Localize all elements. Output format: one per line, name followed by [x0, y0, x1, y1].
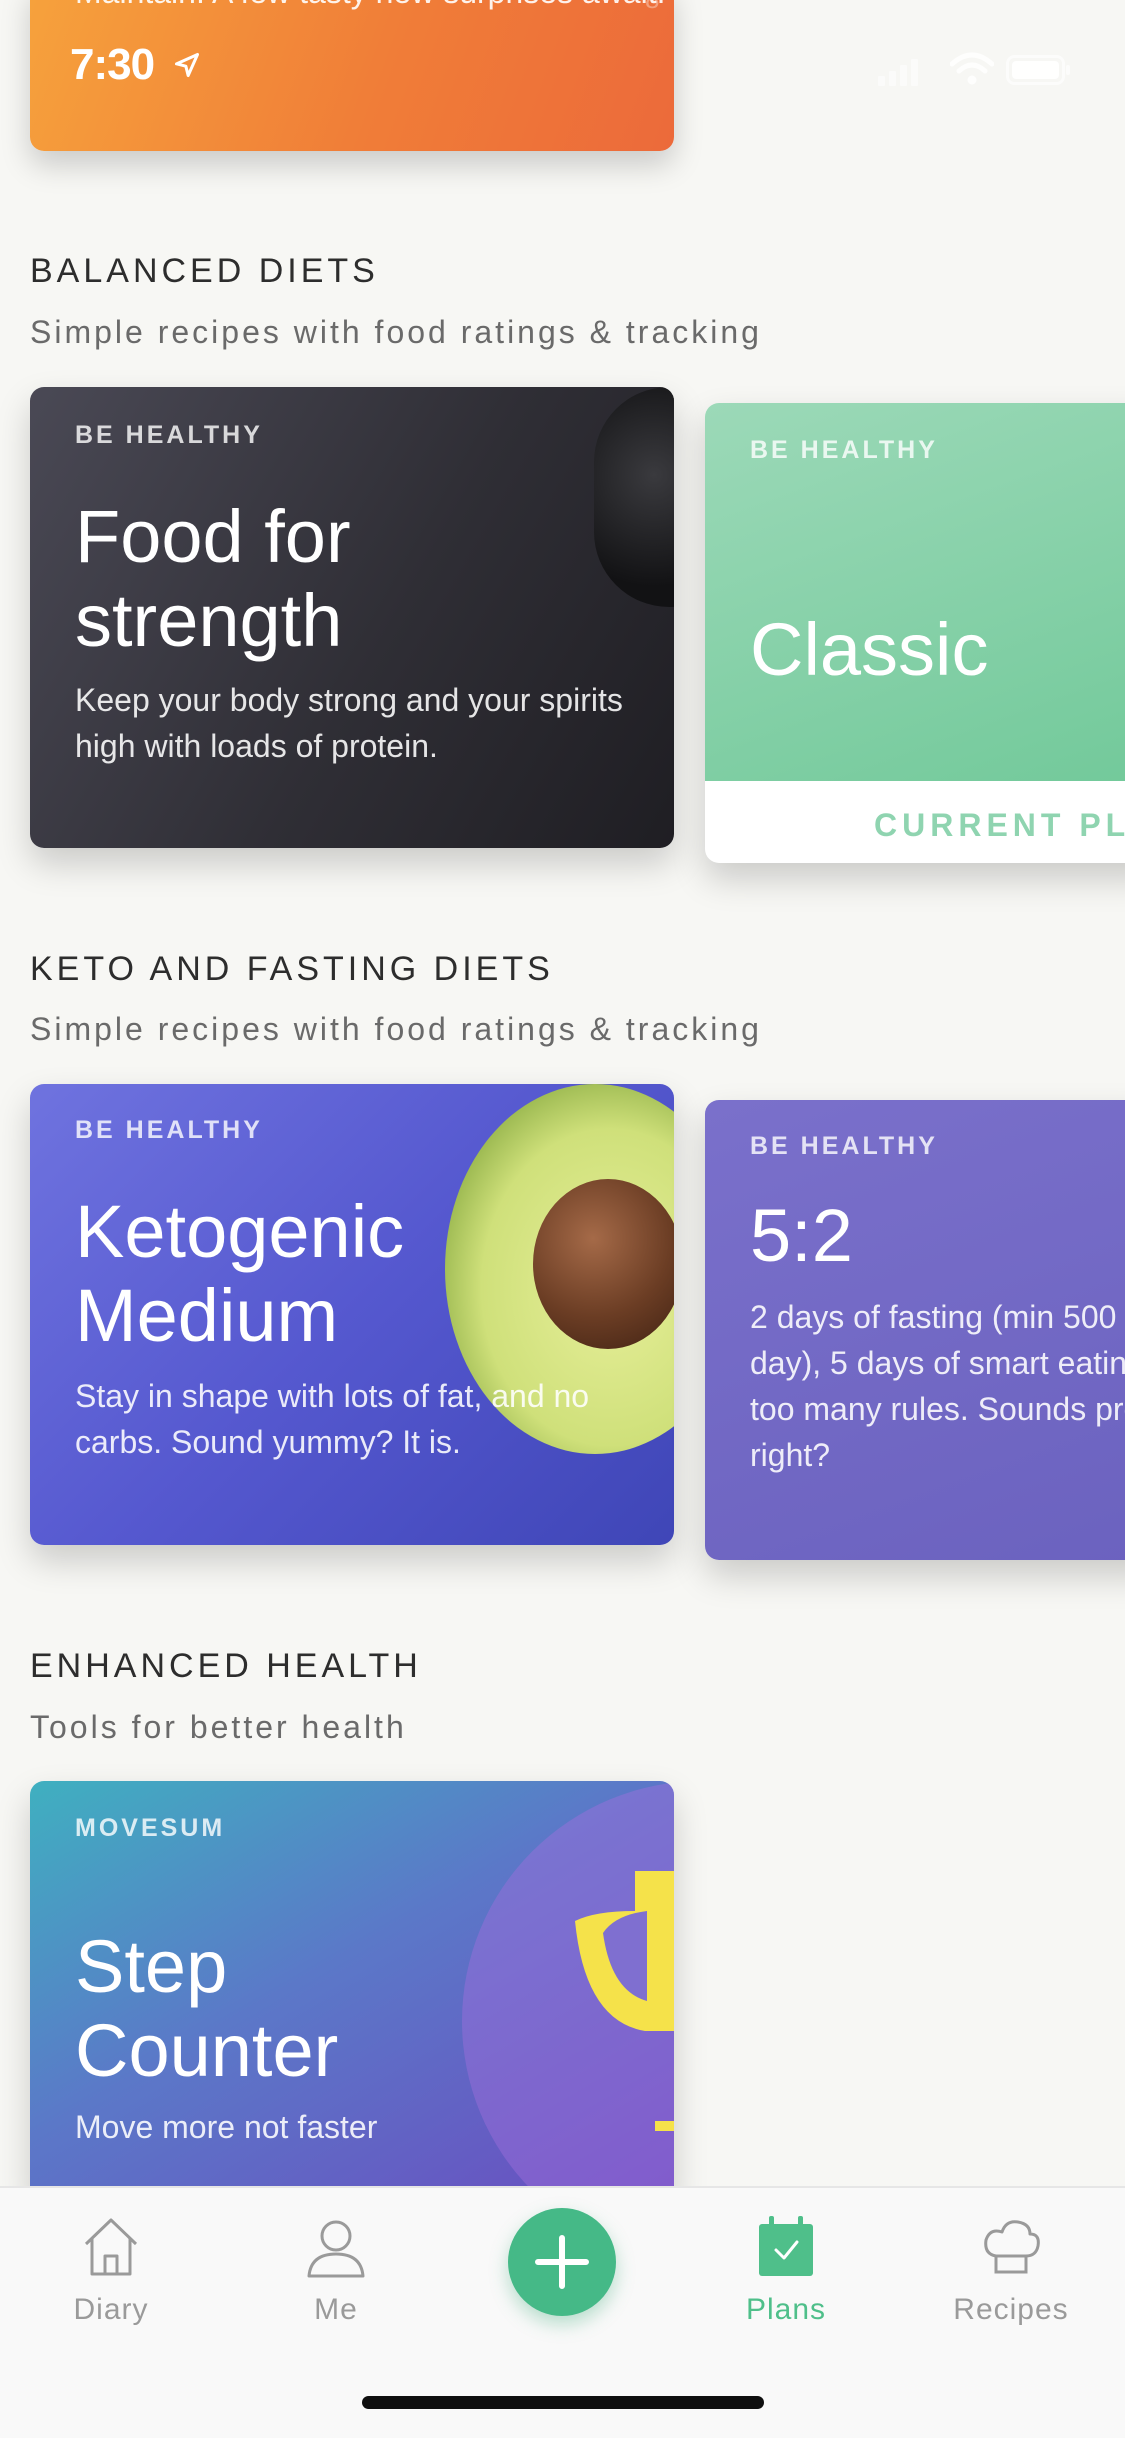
card-title: Step Counter: [75, 1925, 339, 2092]
current-plan-label: CURRENT PLAN: [874, 807, 1125, 843]
tab-label: Recipes: [953, 2293, 1069, 2326]
plan-card-5-2[interactable]: BE HEALTHY 5:2 2 days of fasting (min 50…: [705, 1100, 1125, 1560]
card-title: Ketogenic Medium: [75, 1190, 405, 1357]
tab-plans[interactable]: Plans: [696, 2214, 876, 2327]
section-subtitle-keto-fasting: Simple recipes with food ratings & track…: [30, 1011, 762, 1047]
card-kicker: BE HEALTHY: [75, 1116, 263, 1144]
section-subtitle-balanced-diets: Simple recipes with food ratings & track…: [30, 314, 762, 350]
card-title: 5:2: [750, 1194, 853, 1277]
section-title-keto-fasting: KETO AND FASTING DIETS: [30, 950, 554, 988]
card-kicker: BE HEALTHY: [750, 436, 938, 464]
tab-label: Diary: [73, 2293, 149, 2326]
tab-label: Plans: [745, 2293, 827, 2326]
status-time-text: 7:30: [70, 40, 155, 89]
kettlebell-image: [594, 387, 674, 607]
section-title-enhanced-health: ENHANCED HEALTH: [30, 1647, 422, 1685]
wifi-icon: [950, 52, 994, 85]
calendar-check-icon: [759, 2216, 813, 2276]
card-description: 2 days of fasting (min 500 kcal per day)…: [750, 1299, 1125, 1473]
maintain-card-text: Maintain. A few tasty new surprises awai…: [75, 0, 665, 10]
signal-icon: [878, 59, 918, 86]
card-kicker: MOVESUM: [75, 1814, 226, 1842]
chef-hat-icon: [984, 2220, 1040, 2274]
section-subtitle-enhanced-health: Tools for better health: [30, 1709, 407, 1745]
tab-diary[interactable]: Diary: [21, 2214, 201, 2327]
tab-me[interactable]: Me: [246, 2214, 426, 2327]
card-title: Food for strength: [75, 495, 351, 662]
card-description: Keep your body strong and your spirits h…: [75, 682, 623, 764]
card-kicker: BE HEALTHY: [750, 1132, 938, 1160]
card-title: Classic: [750, 608, 989, 691]
add-button[interactable]: [508, 2208, 616, 2316]
tab-recipes[interactable]: Recipes: [921, 2214, 1101, 2327]
person-icon: [307, 2220, 365, 2278]
home-indicator: [362, 2396, 764, 2409]
status-time: 7:30: [70, 40, 201, 90]
card-description: Stay in shape with lots of fat, and no c…: [75, 1378, 590, 1460]
location-arrow-icon: [175, 52, 200, 78]
plan-card-food-for-strength[interactable]: BE HEALTHY Food for strength Keep your b…: [30, 387, 674, 848]
plan-card-ketogenic-medium[interactable]: BE HEALTHY Ketogenic Medium Stay in shap…: [30, 1084, 674, 1545]
tool-card-step-counter[interactable]: MOVESUM Step Counter Move more not faste…: [30, 1781, 674, 2201]
plan-card-classic[interactable]: BE HEALTHY Classic CURRENT PLAN: [705, 403, 1125, 863]
home-icon: [84, 2218, 138, 2276]
card-kicker: BE HEALTHY: [75, 421, 263, 449]
plus-icon: [535, 2235, 589, 2289]
maintain-card-badge: 8: [645, 0, 659, 15]
trophy-icon: [575, 1871, 674, 2131]
battery-icon: [1006, 55, 1070, 85]
card-description: Move more not faster: [75, 2109, 378, 2145]
tab-label: Me: [314, 2293, 358, 2326]
section-title-balanced-diets: BALANCED DIETS: [30, 252, 379, 290]
